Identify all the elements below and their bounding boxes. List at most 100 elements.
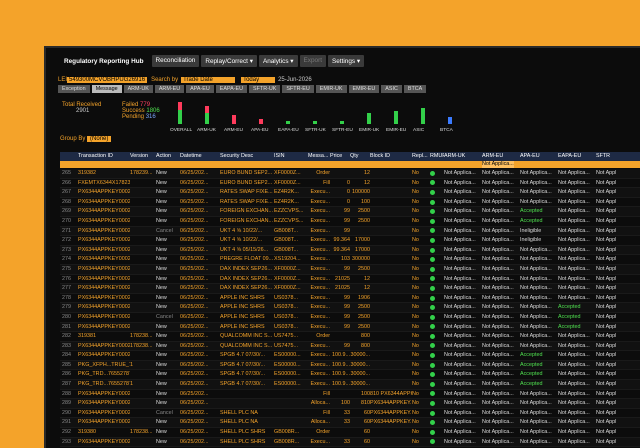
table-row[interactable]: 286 PKG_TRD...76552787... New 06/25/202... S… — [60, 370, 640, 381]
tab-asic[interactable]: ASIC — [381, 85, 402, 93]
search-by-select[interactable]: Trade Date — [181, 76, 236, 83]
table-cell: SHELL PLC SHRS — [220, 438, 266, 445]
table-cell: 100 — [361, 390, 370, 397]
table-cell: Not Appl — [596, 179, 617, 186]
column-header[interactable]: Qty — [348, 152, 370, 161]
tab-sftr-eu[interactable]: SFTR-EU — [282, 85, 314, 93]
group-by-select[interactable]: (None) — [87, 136, 112, 142]
table-cell: Not Applica... — [444, 323, 476, 330]
column-header[interactable]: Block ID — [368, 152, 412, 161]
table-row[interactable]: 266 FXEMTX6344X17823... New 06/25/202... EUR… — [60, 179, 640, 189]
table-cell: 2500 — [358, 304, 370, 311]
table-row[interactable]: 272 PX6344APPKEY0002... New 06/25/202... UKT… — [60, 236, 640, 246]
tab-emir-uk[interactable]: EMIR-UK — [315, 85, 347, 93]
success-icon — [430, 401, 435, 407]
total-received-value: 2901 — [76, 108, 90, 114]
column-header[interactable]: APA-EU — [518, 152, 558, 161]
tab-emir-eu[interactable]: EMIR-EU — [348, 85, 380, 93]
table-row[interactable]: 273 PX6344APPKEY0002... New 06/25/202... UKT… — [60, 245, 640, 256]
table-row[interactable]: 267 PX6344APPKEY0002... New 06/25/202... RAT… — [60, 188, 640, 198]
tab-btca[interactable]: BTCA — [403, 85, 427, 93]
toolbar-button-0[interactable]: Reconciliation — [151, 55, 200, 67]
table-row[interactable]: 278 PX6344APPKEY0002... New 06/25/202... APP… — [60, 294, 640, 304]
toolbar-button-4[interactable]: Settings ▾ — [327, 55, 365, 67]
table-row[interactable]: 292 319380 178238... New 06/25/202... SHELL P… — [60, 428, 640, 438]
table-row[interactable]: 293 PX6344APPKEY0002... New 06/25/202... SHE… — [60, 437, 640, 448]
column-header[interactable]: Datetime — [178, 152, 220, 161]
table-cell: 100.9... — [332, 381, 350, 388]
table-cell: Not Applica... — [558, 237, 590, 244]
table-cell: 12 — [364, 285, 370, 292]
column-header[interactable]: Action — [154, 152, 180, 161]
grid-filter-row[interactable]: Not Applica... — [60, 161, 640, 168]
table-row[interactable]: 277 PX6344APPKEY0002... New 06/25/202... DAX… — [60, 284, 640, 294]
column-header[interactable]: ARM-UK — [442, 152, 482, 161]
table-row[interactable]: 269 PX6344APPKEY0002... New 06/25/202... FOR… — [60, 207, 640, 217]
lei-input[interactable]: 549300MCVOBHPUG26916 — [67, 76, 148, 83]
column-header[interactable]: Version — [128, 152, 156, 161]
period-select[interactable]: Today — [241, 76, 276, 83]
arm-eu-filter-select[interactable]: Not Applica... — [482, 161, 514, 168]
table-row[interactable]: 282 319381 178238... New 06/25/202... QUALCOM… — [60, 332, 640, 342]
table-row[interactable]: 290 PX6344APPKEY0002... Cancel 06/25/202...… — [60, 409, 640, 419]
table-cell: Not Applica... — [444, 285, 476, 292]
table-row[interactable]: 289 PX6344APPKEY0002... New 06/25/202... All… — [60, 399, 640, 409]
table-cell: No — [412, 304, 419, 311]
table-cell: 99.364 — [333, 237, 351, 244]
column-header[interactable]: EAPA-EU — [556, 152, 596, 161]
column-header[interactable]: Price — [328, 152, 350, 161]
table-row[interactable]: 270 PX6344APPKEY0002... New 06/25/202... FOR… — [60, 217, 640, 227]
tab-eapa-eu[interactable]: EAPA-EU — [215, 85, 248, 93]
tab-exception[interactable]: Exception — [58, 85, 90, 93]
table-cell: 06/25/202... — [180, 265, 209, 272]
table-cell: Not Applica... — [444, 400, 476, 407]
toolbar-button-1[interactable]: Replay/Correct ▾ — [201, 55, 257, 67]
table-row[interactable]: 268 PX6344APPKEY0002... New 06/25/202... RAT… — [60, 198, 640, 208]
table-cell: Not Appl — [596, 304, 617, 311]
table-cell: Not Applica... — [482, 189, 514, 196]
tab-apa-eu[interactable]: APA-EU — [186, 85, 214, 93]
column-header[interactable]: SFTR — [594, 152, 626, 161]
table-row[interactable]: 291 PX6344APPKEY0002... New 06/25/202... SHE… — [60, 418, 640, 429]
table-cell: EURO BUND SEP2... — [220, 170, 273, 176]
table-row[interactable]: 276 PX6344APPKEY0002... New 06/25/202... DAX… — [60, 275, 640, 285]
column-header[interactable]: Security Desc — [218, 152, 274, 161]
table-cell: Execu... — [310, 313, 330, 320]
table-cell: 06/25/202... — [180, 256, 209, 263]
status-bar-label: ASIC — [413, 128, 425, 133]
tab-message[interactable]: Message — [91, 85, 122, 93]
table-cell: Not Appl — [596, 294, 617, 301]
table-cell: No — [412, 438, 419, 445]
table-row[interactable]: 288 PX6344APPKEY0002... New 06/25/202... Fil… — [60, 390, 640, 400]
table-cell: 06/25/202... — [180, 285, 209, 292]
tab-sftr-uk[interactable]: SFTR-UK — [249, 85, 281, 93]
success-icon — [430, 180, 435, 186]
toolbar-button-3[interactable]: Export — [299, 55, 326, 67]
table-row[interactable]: 275 PX6344APPKEY0002... New 06/25/202... DAX… — [60, 264, 640, 275]
column-header[interactable]: Transaction ID — [76, 152, 130, 161]
column-header[interactable]: Messa... — [306, 152, 330, 161]
table-cell: 100000 — [352, 189, 370, 196]
column-header[interactable]: Repl... — [410, 152, 430, 161]
tab-arm-uk[interactable]: ARM-UK — [123, 85, 153, 93]
table-row[interactable]: 279 PX6344APPKEY0002... New 06/25/202... APP… — [60, 303, 640, 313]
table-row[interactable]: 281 PX6344APPKEY0002... New 06/25/202... APP… — [60, 322, 640, 333]
table-row[interactable]: 283 PX6344APPKEY0002... 178238... New 06/25/… — [60, 341, 640, 352]
column-header[interactable]: ARM-EU — [480, 152, 520, 161]
tab-arm-eu[interactable]: ARM-EU — [154, 85, 185, 93]
table-row[interactable]: 280 PX6344APPKEY0002... Cancel 06/25/202...… — [60, 313, 640, 323]
table-cell: Order — [316, 429, 330, 436]
table-row[interactable]: 285 PKG_XFPH...TRUE_76...1 New 06/25/202...… — [60, 360, 640, 371]
table-cell: Execu... — [310, 217, 330, 224]
table-row[interactable]: 274 PX6344APPKEY0002... New 06/25/202... PRE… — [60, 255, 640, 265]
column-header[interactable]: ISIN — [272, 152, 308, 161]
table-row[interactable]: 271 PX6344APPKEY0002... Cancel 06/25/202...… — [60, 226, 640, 237]
table-row[interactable]: 265 319382 178239... New 06/25/202... EURO BU… — [60, 169, 640, 179]
table-cell: New — [156, 170, 167, 176]
table-cell: PX6344APPKEY0002... — [78, 294, 130, 301]
table-row[interactable]: 287 PKG_TRD...76552787...1 New 06/25/202...… — [60, 380, 640, 390]
table-cell: Not Applica... — [558, 189, 590, 196]
toolbar-button-2[interactable]: Analytics ▾ — [258, 55, 298, 67]
table-cell: Not Applica... — [482, 400, 514, 407]
table-row[interactable]: 284 PX6344APPKEY0002... New 06/25/202... SPG… — [60, 351, 640, 361]
